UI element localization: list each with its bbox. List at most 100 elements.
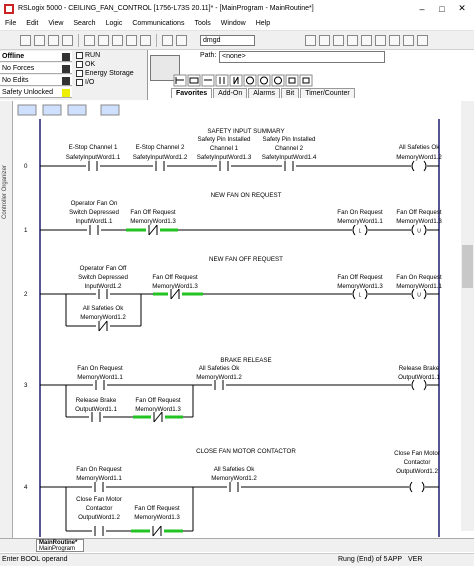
scrollbar-thumb[interactable]	[462, 245, 473, 288]
sidebar-label: Controller Organizer	[2, 164, 8, 219]
svg-text:MemoryWord1.2: MemoryWord1.2	[211, 475, 257, 482]
tab-alarms[interactable]: Alarms	[248, 88, 281, 98]
undo-icon[interactable]	[126, 34, 137, 46]
safety-lock-icon[interactable]	[62, 89, 70, 97]
menu-view[interactable]: View	[43, 20, 68, 27]
xic-contact[interactable]: Release Brake OutputWord1.1	[75, 397, 117, 422]
monitor-tags-icon[interactable]	[361, 34, 372, 46]
rung-instruction-icon[interactable]	[173, 74, 187, 87]
cross-reference-icon[interactable]	[389, 34, 400, 46]
xio-instruction-icon[interactable]	[229, 74, 243, 87]
svg-text:MemoryWord1.3: MemoryWord1.3	[396, 218, 442, 225]
ladder-expand-icon[interactable]	[100, 104, 120, 116]
print-icon[interactable]	[62, 34, 73, 46]
tab-bit[interactable]: Bit	[281, 88, 300, 98]
osr-instruction-icon[interactable]	[299, 74, 313, 87]
copy-icon[interactable]	[98, 34, 109, 46]
paste-icon[interactable]	[112, 34, 123, 46]
svg-text:Fan On Request: Fan On Request	[337, 209, 383, 216]
svg-text:Close Fan Motor: Close Fan Motor	[394, 450, 440, 457]
svg-text:Release Brake: Release Brake	[399, 365, 440, 372]
otl-instruction-icon[interactable]	[257, 74, 271, 87]
xic-contact[interactable]: E-Stop Channel 1 SafetyInputWord1.1	[66, 144, 121, 171]
menu-communications[interactable]: Communications	[127, 20, 189, 27]
controller-organizer-sidebar[interactable]: Controller Organizer	[0, 101, 13, 541]
xic-contact[interactable]: Close Fan Motor Contactor OutputWord1.2	[76, 496, 122, 536]
save-icon[interactable]	[48, 34, 59, 46]
svg-text:Contactor: Contactor	[404, 459, 431, 466]
rung-comment: BRAKE RELEASE	[220, 357, 271, 364]
ons-instruction-icon[interactable]	[285, 74, 299, 87]
svg-text:L: L	[359, 293, 362, 299]
xic-contact[interactable]: Fan On Request MemoryWord1.1	[77, 365, 123, 390]
menu-file[interactable]: File	[0, 20, 21, 27]
xic-instruction-icon[interactable]	[215, 74, 229, 87]
ladder-view-icon[interactable]	[17, 104, 37, 116]
ote-coil[interactable]: All Safeties Ok MemoryWord1.2	[396, 144, 442, 172]
branch-level-icon[interactable]	[201, 74, 215, 87]
tab-main-routine[interactable]: MainRoutine* MainProgram	[36, 539, 84, 552]
mode-dropdown-icon[interactable]	[62, 53, 70, 61]
branch-instruction-icon[interactable]	[187, 74, 201, 87]
svg-text:MemoryWord1.2: MemoryWord1.2	[80, 314, 126, 321]
close-button[interactable]: ✕	[454, 2, 470, 16]
help-icon[interactable]	[417, 34, 428, 46]
svg-text:Safety Pin Installed: Safety Pin Installed	[263, 136, 317, 143]
cut-icon[interactable]	[84, 34, 95, 46]
search-dropdown[interactable]: dmgd	[200, 35, 255, 46]
xic-contact[interactable]: E-Stop Channel 2 SafetyInputWord1.2	[133, 144, 188, 171]
xic-contact[interactable]: All Safeties Ok MemoryWord1.2	[211, 466, 257, 492]
status-message: Enter BOOL operand	[2, 556, 68, 563]
svg-text:MemoryWord1.3: MemoryWord1.3	[135, 406, 181, 413]
menu-help[interactable]: Help	[251, 20, 275, 27]
tab-timer-counter[interactable]: Timer/Counter	[300, 88, 355, 98]
edits-dropdown-icon[interactable]	[62, 77, 70, 85]
energy-storage-indicator: Energy Storage	[76, 70, 134, 77]
find-icon[interactable]	[162, 34, 173, 46]
open-icon[interactable]	[34, 34, 45, 46]
otu-coil[interactable]: Fan Off Request MemoryWord1.3 U	[396, 209, 442, 236]
forces-dropdown-icon[interactable]	[62, 65, 70, 73]
ladder-toolbar-icons	[17, 104, 120, 116]
run-checkbox-icon	[76, 52, 83, 59]
xio-contact[interactable]: All Safeties Ok MemoryWord1.2	[80, 305, 126, 332]
svg-text:U: U	[417, 293, 421, 299]
bookmark-icon[interactable]	[403, 34, 414, 46]
tab-add-on[interactable]: Add-On	[213, 88, 248, 98]
path-input[interactable]: <none>	[219, 51, 385, 63]
otu-instruction-icon[interactable]	[271, 74, 285, 87]
properties-icon[interactable]	[347, 34, 358, 46]
xic-contact[interactable]: Fan On Request MemoryWord1.1	[76, 466, 122, 492]
otu-coil[interactable]: Fan On Request MemoryWord1.1 U	[396, 274, 442, 300]
maximize-button[interactable]: □	[434, 2, 450, 16]
otl-coil[interactable]: Fan On Request MemoryWord1.1 L	[337, 209, 383, 236]
edit-tags-icon[interactable]	[375, 34, 386, 46]
minimize-button[interactable]: –	[414, 2, 430, 16]
verify-routine-icon[interactable]	[319, 34, 330, 46]
tab-favorites[interactable]: Favorites	[171, 88, 213, 98]
otl-coil[interactable]: Fan Off Request MemoryWord1.3 L	[337, 274, 383, 300]
menu-edit[interactable]: Edit	[21, 20, 43, 27]
ladder-zoom-icon[interactable]	[42, 104, 62, 116]
svg-text:Contactor: Contactor	[86, 505, 113, 512]
zoom-icon[interactable]	[333, 34, 344, 46]
menu-tools[interactable]: Tools	[189, 20, 215, 27]
find-next-icon[interactable]	[176, 34, 187, 46]
ote-coil[interactable]: Close Fan Motor Contactor OutputWord1.2	[394, 450, 440, 493]
ladder-filter-icon[interactable]	[67, 104, 87, 116]
new-icon[interactable]	[20, 34, 31, 46]
menu-window[interactable]: Window	[216, 20, 251, 27]
svg-text:L: L	[359, 229, 362, 235]
svg-text:MemoryWord1.1: MemoryWord1.1	[76, 475, 122, 482]
svg-text:All Safeties Ok: All Safeties Ok	[199, 365, 240, 372]
svg-text:MemoryWord1.2: MemoryWord1.2	[396, 154, 442, 161]
ote-instruction-icon[interactable]	[243, 74, 257, 87]
svg-text:Fan On Request: Fan On Request	[76, 466, 122, 473]
menu-logic[interactable]: Logic	[101, 20, 128, 27]
ote-coil[interactable]: Release Brake OutputWord1.1	[398, 365, 440, 391]
xic-contact[interactable]: All Safeties Ok MemoryWord1.2	[196, 365, 242, 390]
redo-icon[interactable]	[140, 34, 151, 46]
verify-icon[interactable]	[305, 34, 316, 46]
vertical-scrollbar[interactable]	[461, 101, 474, 531]
menu-search[interactable]: Search	[68, 20, 100, 27]
